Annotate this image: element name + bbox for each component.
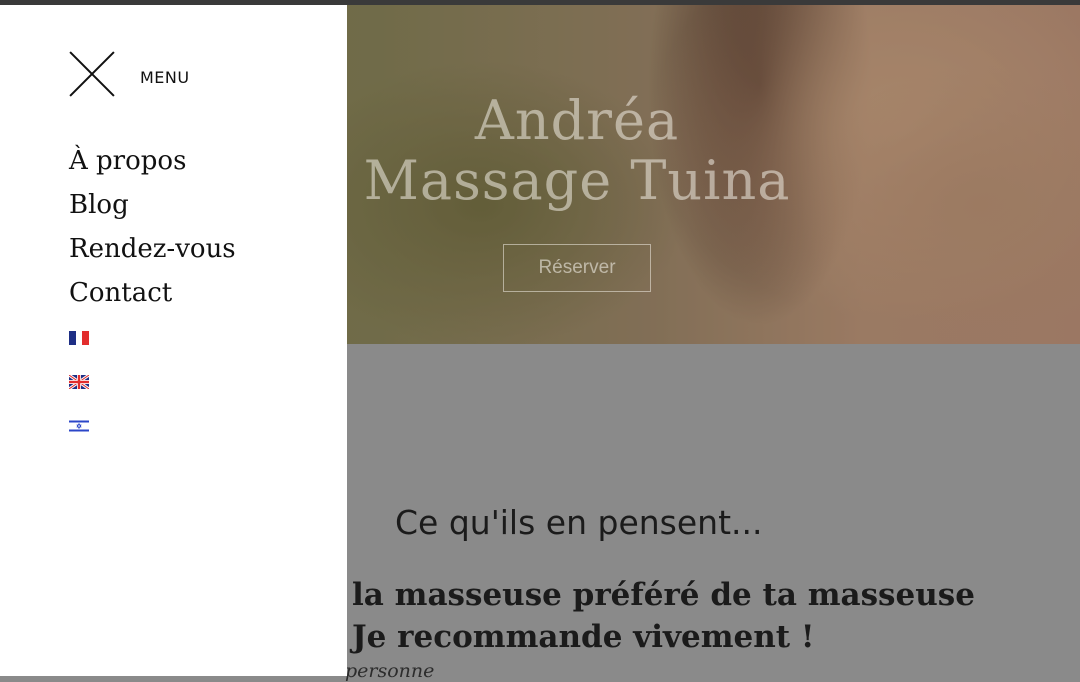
menu-item-a-propos[interactable]: À propos (69, 146, 186, 176)
testimonials-title: Ce qu'ils en pensent... (395, 503, 763, 542)
hero-title-line1: Andréa (474, 89, 680, 152)
flag-gb-icon[interactable] (69, 375, 89, 389)
menu-label: MENU (140, 68, 190, 87)
reserve-button[interactable]: Réserver (503, 244, 651, 292)
flag-fr-icon[interactable] (69, 331, 89, 345)
quote-line1: la masseuse préféré de ta masseuse (352, 577, 975, 613)
quote-line2: Je recommande vivement ! (352, 619, 815, 655)
menu-item-contact[interactable]: Contact (69, 278, 172, 308)
menu-item-rendez-vous[interactable]: Rendez-vous (69, 234, 236, 264)
close-menu-button[interactable] (69, 51, 115, 97)
side-menu: MENU À propos Blog Rendez-vous Contact (0, 5, 347, 676)
testimonial-quote: la masseuse préféré de ta masseuse Je re… (352, 574, 975, 658)
menu-item-blog[interactable]: Blog (69, 190, 129, 220)
hero-title-line2: Massage Tuina (363, 149, 791, 212)
hero-title: Andréa Massage Tuina (347, 91, 807, 211)
quote-author: personne (345, 660, 435, 682)
flag-il-icon[interactable] (69, 419, 89, 433)
